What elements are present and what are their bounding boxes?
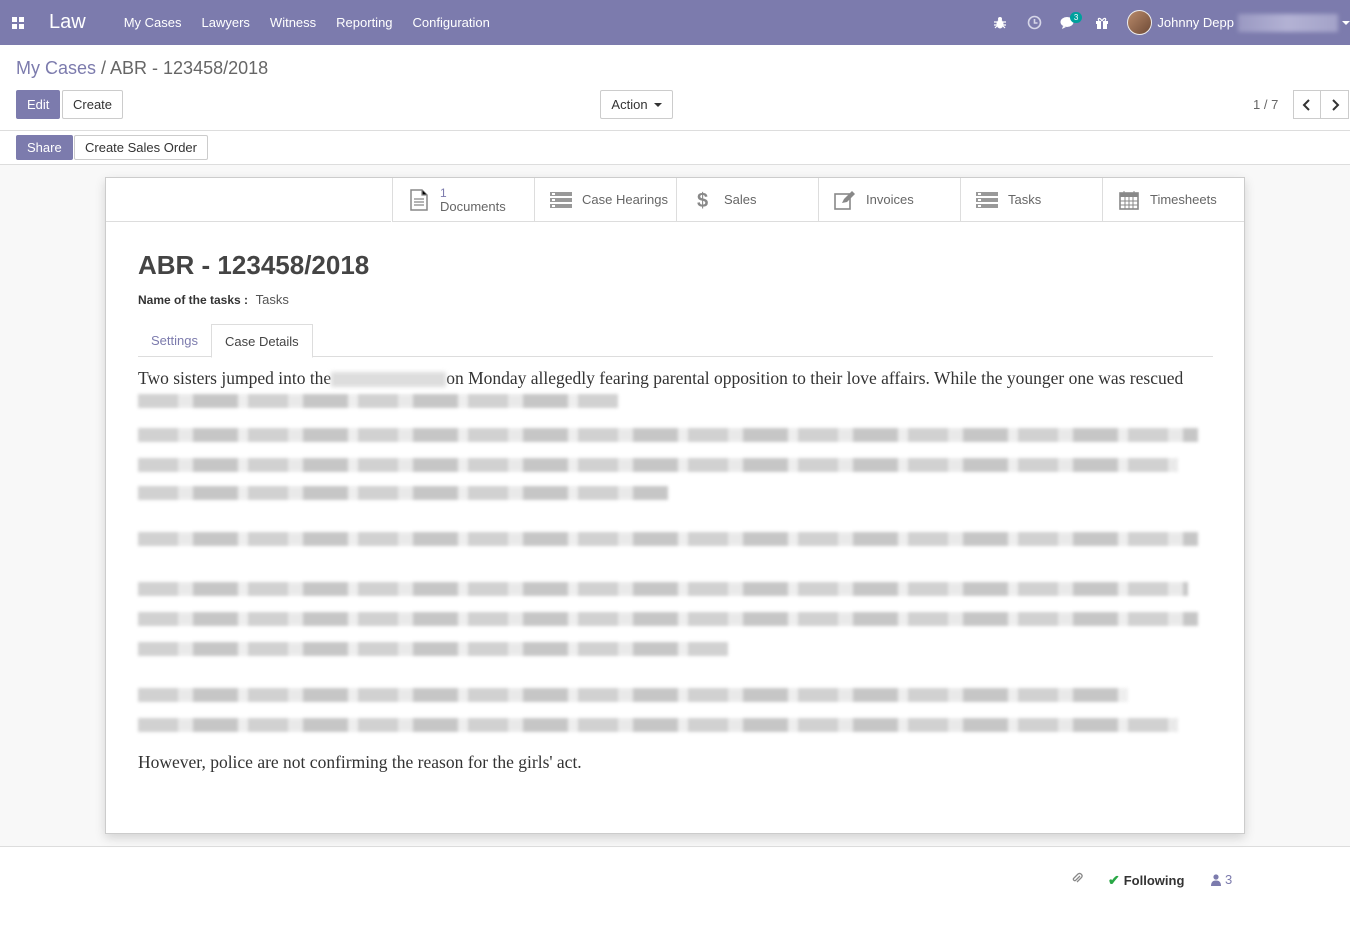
redacted-line: [138, 394, 618, 408]
edit-button[interactable]: Edit: [16, 90, 61, 119]
redacted-line: [138, 688, 1128, 702]
redacted-line: [138, 486, 668, 500]
case-hearings-label: Case Hearings: [582, 192, 668, 207]
followers-button[interactable]: 3: [1211, 872, 1232, 887]
menu-reporting[interactable]: Reporting: [336, 15, 392, 30]
timesheets-button[interactable]: Timesheets: [1102, 178, 1244, 222]
form-statusbar: Share Create Sales Order: [0, 131, 1350, 165]
create-button[interactable]: Create: [62, 90, 124, 119]
field-value[interactable]: Tasks: [256, 292, 289, 307]
pager-value: 1 / 7: [1253, 97, 1279, 112]
form-sheet: 1 Documents Case Hearings $ Sales Invoic…: [105, 177, 1245, 834]
tab-case-details[interactable]: Case Details: [210, 324, 313, 358]
breadcrumb: My Cases / ABR - 123458/2018: [16, 58, 268, 79]
action-dropdown-button[interactable]: Action: [600, 90, 673, 119]
share-button[interactable]: Share: [16, 135, 73, 160]
chevron-right-icon: [1331, 98, 1339, 111]
menu-lawyers[interactable]: Lawyers: [202, 15, 250, 30]
case-hearings-button[interactable]: Case Hearings: [534, 178, 676, 222]
smart-button-box: 1 Documents Case Hearings $ Sales Invoic…: [392, 178, 1244, 222]
chatter-topbar: ✔ Following 3: [0, 860, 1350, 900]
chat-count-badge: 3: [1069, 12, 1083, 23]
chevron-left-icon: [1302, 98, 1310, 111]
notebook-tabs: Settings Case Details: [138, 324, 1213, 358]
details-last: However, police are not confirming the r…: [138, 752, 582, 772]
documents-label: Documents: [440, 198, 506, 214]
navbar-systray: 3 Johnny Depp: [983, 0, 1350, 45]
breadcrumb-separator: /: [96, 58, 111, 78]
tasks-name-field: Name of the tasks : Tasks: [138, 292, 289, 307]
sales-button[interactable]: $ Sales: [676, 178, 818, 222]
breadcrumb-current: ABR - 123458/2018: [110, 58, 269, 78]
tasks-list-icon: [975, 188, 999, 212]
following-label: Following: [1123, 873, 1185, 888]
user-menu[interactable]: Johnny Depp: [1127, 10, 1350, 35]
field-label: Name of the tasks :: [138, 293, 249, 307]
action-label: Action: [611, 97, 648, 112]
paperclip-icon[interactable]: [1071, 871, 1083, 888]
menu-witness[interactable]: Witness: [270, 15, 316, 30]
app-brand[interactable]: Law: [49, 11, 86, 34]
check-icon: ✔: [1108, 872, 1120, 888]
user-avatar: [1127, 10, 1153, 35]
details-last-line: However, police are not confirming the r…: [138, 752, 582, 773]
redacted-line: [138, 718, 1178, 732]
bug-icon[interactable]: [983, 0, 1017, 45]
tab-settings[interactable]: Settings: [138, 324, 211, 357]
tasks-button[interactable]: Tasks: [960, 178, 1102, 222]
clock-icon[interactable]: [1017, 0, 1051, 45]
calendar-icon: [1117, 188, 1141, 212]
followers-count: 3: [1225, 872, 1233, 887]
timesheets-label: Timesheets: [1150, 192, 1217, 207]
pager-next-button[interactable]: [1321, 90, 1349, 119]
following-button[interactable]: ✔ Following: [1108, 872, 1184, 889]
chat-icon[interactable]: 3: [1051, 0, 1085, 45]
redacted-line: [138, 642, 728, 656]
sales-label: Sales: [724, 192, 757, 207]
redacted-line: [138, 532, 1198, 546]
control-panel: My Cases / ABR - 123458/2018 Edit Create…: [0, 45, 1350, 131]
pager-previous-button[interactable]: [1293, 90, 1321, 119]
invoices-label: Invoices: [866, 192, 914, 207]
list-icon: [549, 188, 573, 212]
documents-button[interactable]: 1 Documents: [392, 178, 534, 222]
gift-icon[interactable]: [1085, 0, 1119, 45]
redacted-line: [138, 582, 1188, 596]
breadcrumb-my-cases[interactable]: My Cases: [16, 58, 96, 78]
details-first-end: on Monday allegedly fearing parental opp…: [446, 368, 1184, 388]
dollar-icon: $: [691, 188, 715, 212]
menu-configuration[interactable]: Configuration: [413, 15, 490, 30]
menu-my-cases[interactable]: My Cases: [124, 15, 182, 30]
redacted-line: [138, 458, 1178, 472]
top-navbar: Law My Cases Lawyers Witness Reporting C…: [0, 0, 1350, 45]
record-title: ABR - 123458/2018: [138, 250, 370, 280]
details-first-start: Two sisters jumped into the: [138, 368, 332, 388]
documents-count: 1: [440, 185, 447, 200]
redacted-database-name: [1238, 13, 1338, 32]
main-menu: My Cases Lawyers Witness Reporting Confi…: [124, 15, 510, 30]
invoices-button[interactable]: Invoices: [818, 178, 960, 222]
create-sales-order-button[interactable]: Create Sales Order: [74, 135, 208, 160]
pencil-square-icon: [833, 188, 857, 212]
redacted-text: [331, 372, 447, 388]
details-first-line: Two sisters jumped into the on Monday all…: [138, 368, 1183, 389]
redacted-line: [138, 428, 1198, 442]
redacted-line: [138, 612, 1198, 626]
caret-down-icon: [653, 102, 662, 107]
chevron-down-icon: [1342, 20, 1350, 25]
pager-buttons: [1293, 90, 1349, 119]
svg-text:$: $: [697, 190, 708, 211]
apps-menu-icon[interactable]: [3, 0, 33, 45]
button-box-divider: [106, 221, 391, 222]
user-icon: [1211, 873, 1221, 886]
document-icon: [407, 188, 431, 212]
user-name: Johnny Depp: [1157, 15, 1234, 30]
tasks-label: Tasks: [1008, 192, 1042, 207]
